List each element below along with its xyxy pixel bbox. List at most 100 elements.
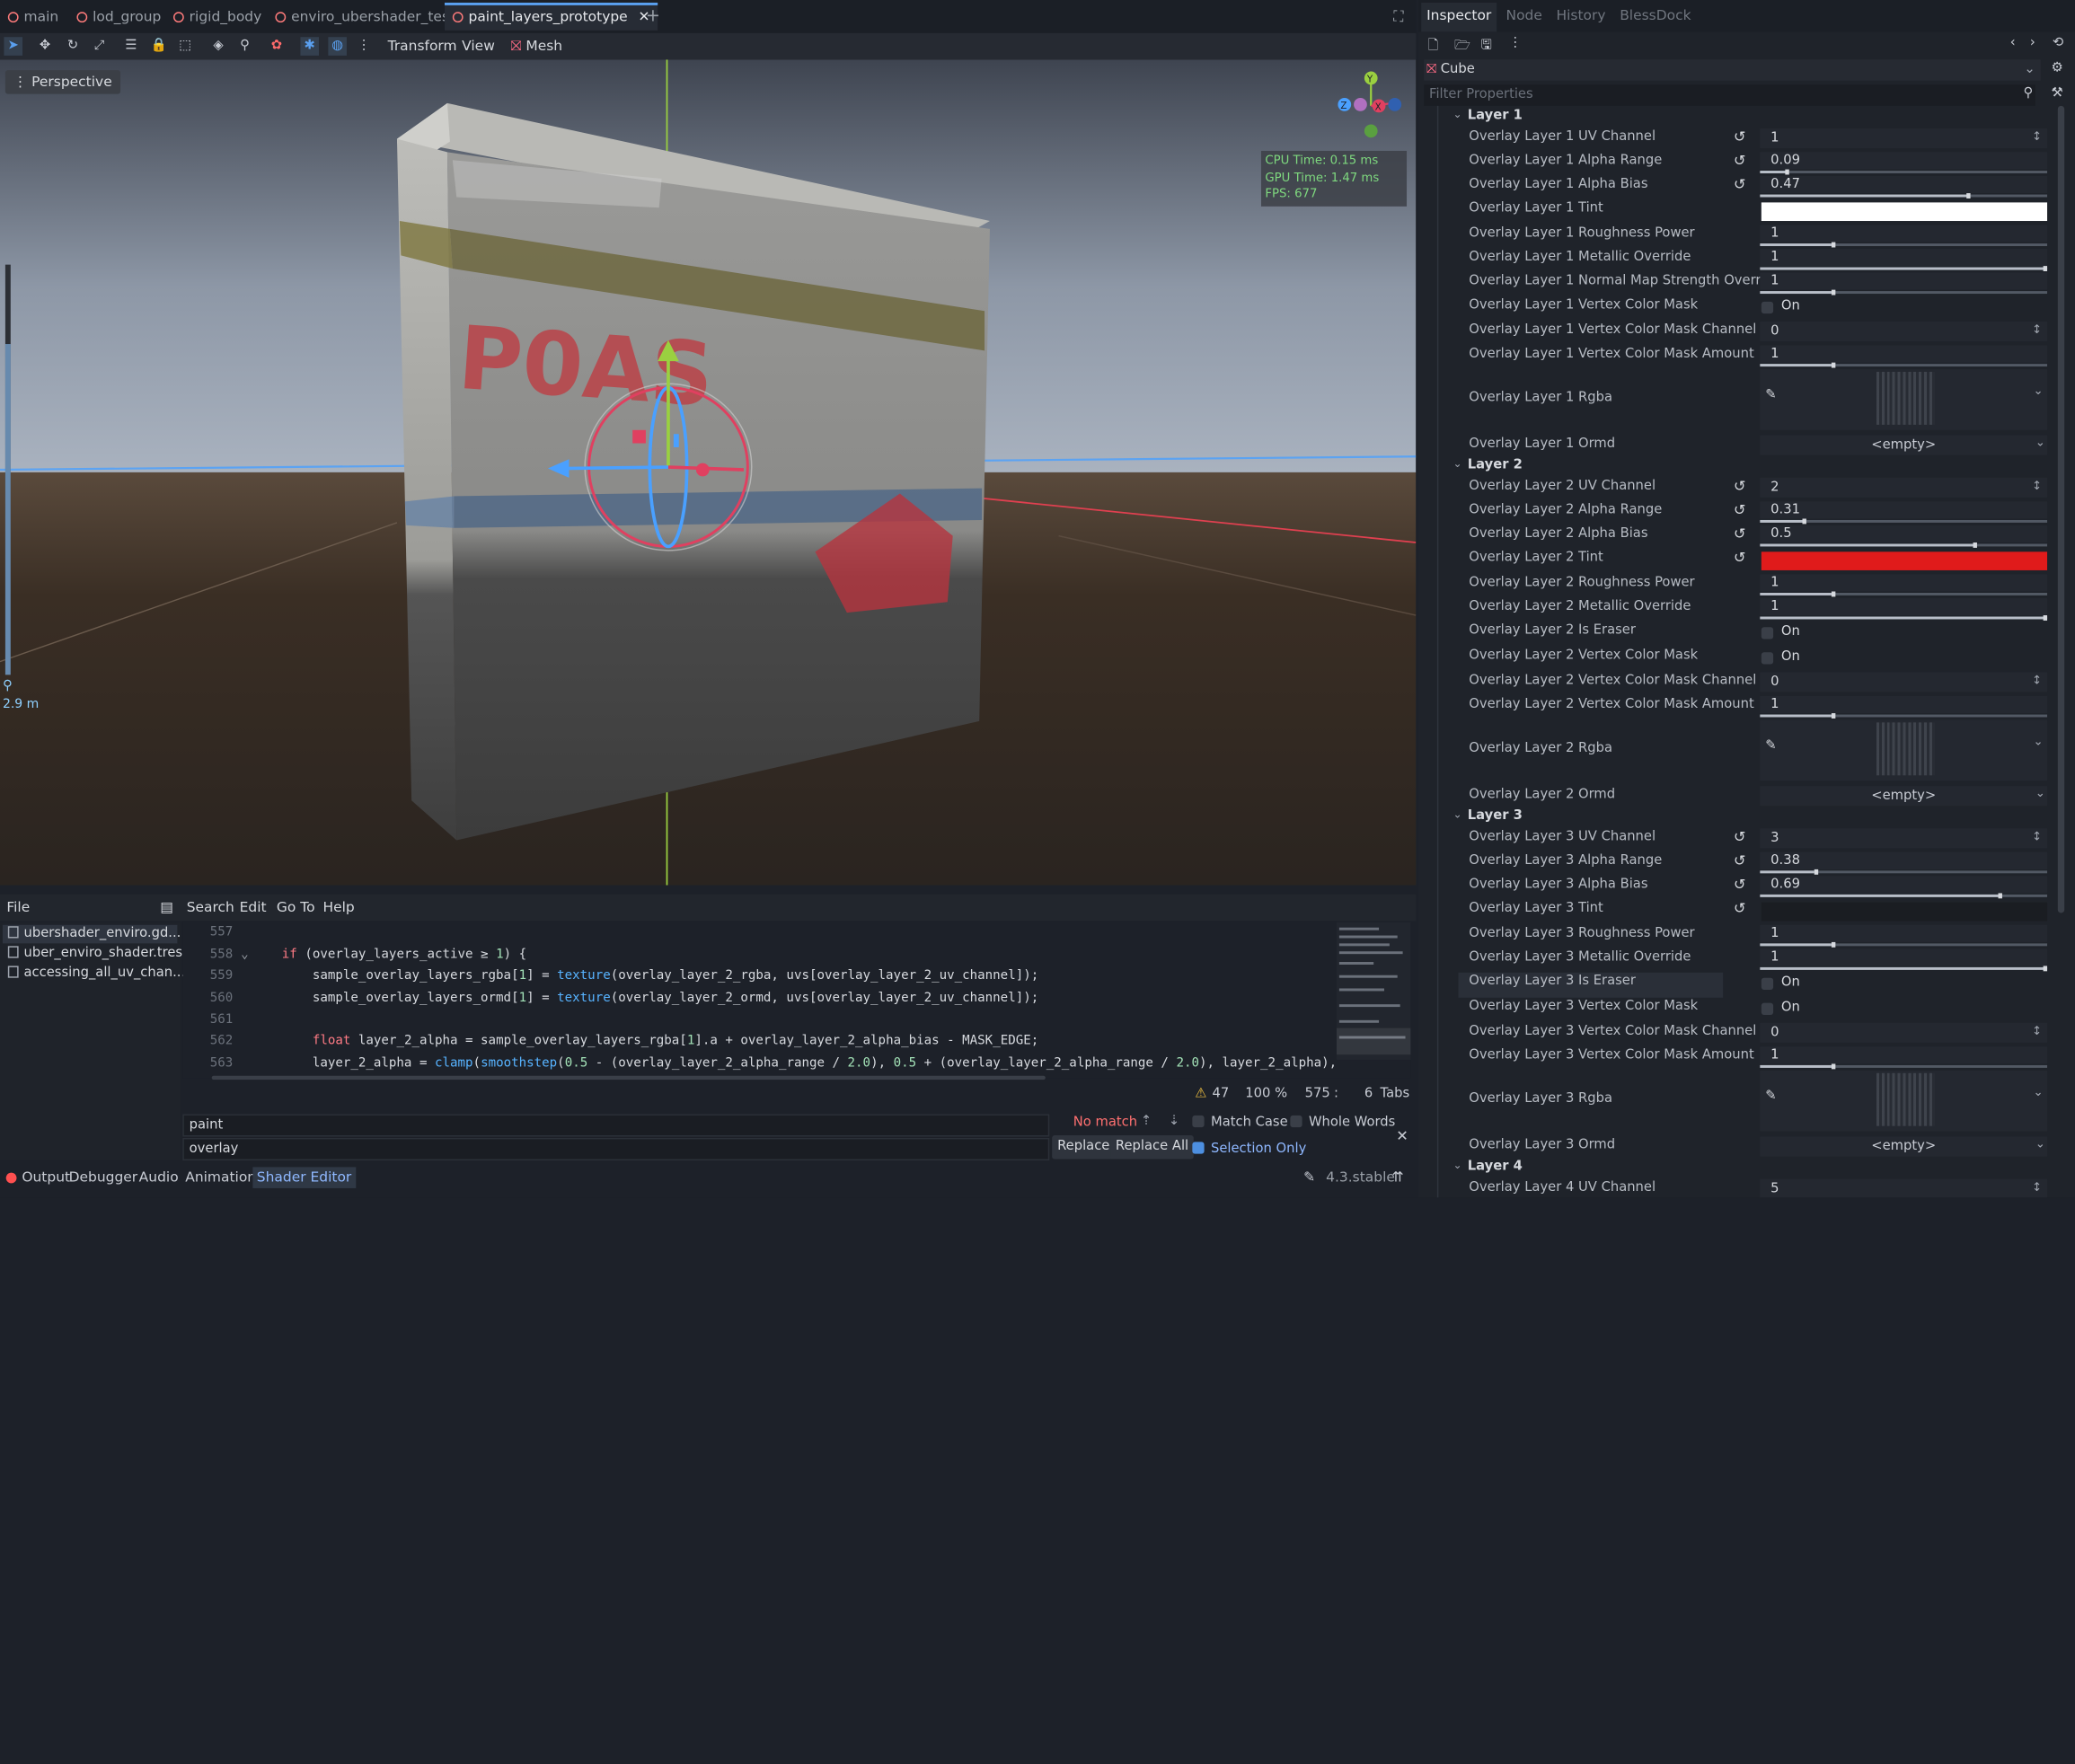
group-icon[interactable]: ⬚ <box>176 37 195 56</box>
chevron-down-icon[interactable]: ⌄ <box>2034 736 2044 749</box>
color-picker-button[interactable] <box>1761 551 2048 570</box>
mesh-menu[interactable]: ⛝ Mesh <box>511 36 562 57</box>
resource-picker[interactable]: <empty> <box>1760 786 2048 807</box>
layer-group-header[interactable]: ⌄ Layer 4 <box>1418 1160 2059 1178</box>
slider-track[interactable] <box>1760 169 2048 175</box>
replace-all-button[interactable]: Replace All <box>1110 1135 1195 1160</box>
spinbox-field[interactable]: 5 <box>1760 1178 2048 1198</box>
slider-field[interactable]: 1 <box>1760 225 2048 243</box>
toggle-files-icon[interactable]: ▤ <box>160 898 173 917</box>
orient-neg-z-icon[interactable] <box>1388 98 1402 111</box>
add-tab-icon[interactable]: + <box>646 5 660 30</box>
goto-menu[interactable]: Go To <box>277 898 315 917</box>
spinbox-field[interactable]: 0 <box>1760 321 2048 342</box>
slider-grabber[interactable] <box>1831 1063 1835 1070</box>
slider-track[interactable] <box>1760 869 2048 875</box>
layer-group-header[interactable]: ⌄ Layer 2 <box>1418 458 2059 477</box>
minimap-viewport[interactable] <box>1336 1028 1411 1055</box>
texture-picker[interactable]: ✎ ⌄ <box>1760 1070 2048 1132</box>
slider-grabber[interactable] <box>1998 893 2002 899</box>
update-spinner-icon[interactable]: ✎ <box>1303 1167 1315 1188</box>
checkbox[interactable] <box>1761 301 1774 314</box>
selection-only-checkbox[interactable]: Selection Only <box>1192 1142 1306 1157</box>
filter-properties-input[interactable]: Filter Properties <box>1424 84 2035 106</box>
tab-inspector[interactable]: Inspector <box>1421 2 1497 32</box>
object-properties-icon[interactable]: ⚙ <box>2051 61 2062 75</box>
transform-menu[interactable]: Transform <box>388 36 457 57</box>
find-input[interactable]: paint <box>182 1114 1050 1137</box>
file-item[interactable]: ubershader_enviro.gd... <box>2 924 181 944</box>
slider-track[interactable] <box>1760 615 2048 621</box>
slider-track[interactable] <box>1760 542 2048 548</box>
slider-track[interactable] <box>1760 242 2048 248</box>
tab-blessdock[interactable]: BlessDock <box>1620 6 1691 25</box>
spinbox-field[interactable]: 1 <box>1760 128 2048 148</box>
slider-grabber[interactable] <box>1972 542 1977 548</box>
view-menu[interactable]: View <box>462 36 495 57</box>
color-picker-button[interactable] <box>1761 202 2048 222</box>
slider-grabber[interactable] <box>1831 289 1835 295</box>
code-editor[interactable]: 557 558 ⌄ if (overlay_layers_active ≥ 1) {… <box>182 922 1411 1079</box>
edit-texture-icon[interactable]: ✎ <box>1765 388 1776 402</box>
revert-icon[interactable]: ↺ <box>1734 828 1746 845</box>
help-menu[interactable]: Help <box>322 898 354 917</box>
history-back-icon[interactable]: ‹ <box>2010 36 2016 50</box>
spinbox-field[interactable]: 2 <box>1760 477 2048 498</box>
list-select-icon[interactable]: ☰ <box>122 37 141 56</box>
3d-viewport[interactable]: P0AS Y X Z ⋮ Perspective CPU Time: 0.15 … <box>0 59 1417 886</box>
slider-field[interactable]: 0.47 <box>1760 175 2048 194</box>
tab-node[interactable]: Node <box>1506 6 1542 25</box>
bone-icon[interactable]: ⚲ <box>235 37 254 56</box>
chevron-down-icon[interactable]: ⌄ <box>2035 1138 2045 1151</box>
scale-gizmo-x[interactable] <box>695 463 710 477</box>
move-tool-icon[interactable]: ✥ <box>36 37 55 56</box>
revert-icon[interactable]: ↺ <box>1734 501 1746 518</box>
warning-count[interactable]: 47 <box>1212 1086 1229 1100</box>
replace-input[interactable]: overlay <box>182 1137 1050 1160</box>
slider-grabber[interactable] <box>1802 518 1807 525</box>
rotate-tool-icon[interactable]: ↻ <box>64 37 83 56</box>
revert-icon[interactable]: ↺ <box>1734 152 1746 169</box>
spinbox-field[interactable]: 0 <box>1760 1022 2048 1043</box>
more-options-icon[interactable]: ⋮ <box>355 37 374 56</box>
slider-field[interactable]: 0.5 <box>1760 525 2048 543</box>
slider-track[interactable] <box>1760 591 2048 597</box>
tab-shader-editor[interactable]: Shader Editor <box>252 1167 356 1188</box>
revert-icon[interactable]: ↺ <box>1734 176 1746 193</box>
object-selector[interactable]: ⛝ Cube ⌄ <box>1424 59 2041 81</box>
revert-icon[interactable]: ↺ <box>1734 852 1746 869</box>
slider-grabber[interactable] <box>1814 869 1818 875</box>
plane-gizmo-z[interactable] <box>673 434 679 447</box>
tab-history[interactable]: History <box>1556 6 1605 25</box>
layer-group-header[interactable]: ⌄ Layer 3 <box>1418 808 2059 827</box>
slider-track[interactable] <box>1760 266 2048 272</box>
checkbox[interactable] <box>1761 627 1774 639</box>
find-next-icon[interactable]: ⇣ <box>1169 1114 1179 1128</box>
search-menu[interactable]: Search <box>187 898 234 917</box>
checkbox[interactable] <box>1761 1002 1774 1015</box>
revert-icon[interactable]: ↺ <box>1734 900 1746 917</box>
scale-tool-icon[interactable]: ⤢ <box>90 37 109 56</box>
tools-icon[interactable]: ⚒ <box>2051 86 2062 101</box>
match-case-checkbox[interactable]: Match Case <box>1192 1115 1288 1130</box>
environment-toggle-icon[interactable]: ◍ <box>328 37 347 56</box>
checkbox[interactable] <box>1761 652 1774 665</box>
scene-tab-enviro-ubershader-test[interactable]: enviro_ubershader_test <box>275 5 455 30</box>
slider-field[interactable]: 0.31 <box>1760 501 2048 519</box>
edit-texture-icon[interactable]: ✎ <box>1765 738 1776 753</box>
slider-field[interactable]: 1 <box>1760 574 2048 592</box>
particles-icon[interactable]: ✿ <box>268 37 287 56</box>
save-resource-icon[interactable]: 🖫 <box>1481 36 1493 58</box>
history-icon[interactable]: ⟲ <box>2053 36 2063 50</box>
chevron-down-icon[interactable]: ⌄ <box>2034 1086 2044 1099</box>
edit-menu[interactable]: Edit <box>240 898 267 917</box>
select-tool-icon[interactable]: ➤ <box>4 37 23 56</box>
slider-track[interactable] <box>1760 966 2048 972</box>
orient-neg-y-icon[interactable] <box>1364 124 1378 138</box>
lock-icon[interactable]: 🔒 <box>149 37 168 56</box>
slider-grabber[interactable] <box>1831 713 1835 719</box>
revert-icon[interactable]: ↺ <box>1734 478 1746 495</box>
slider-field[interactable]: 0.09 <box>1760 152 2048 170</box>
slider-field[interactable]: 1 <box>1760 1046 2048 1064</box>
ruler-icon[interactable]: ◈ <box>209 37 228 56</box>
